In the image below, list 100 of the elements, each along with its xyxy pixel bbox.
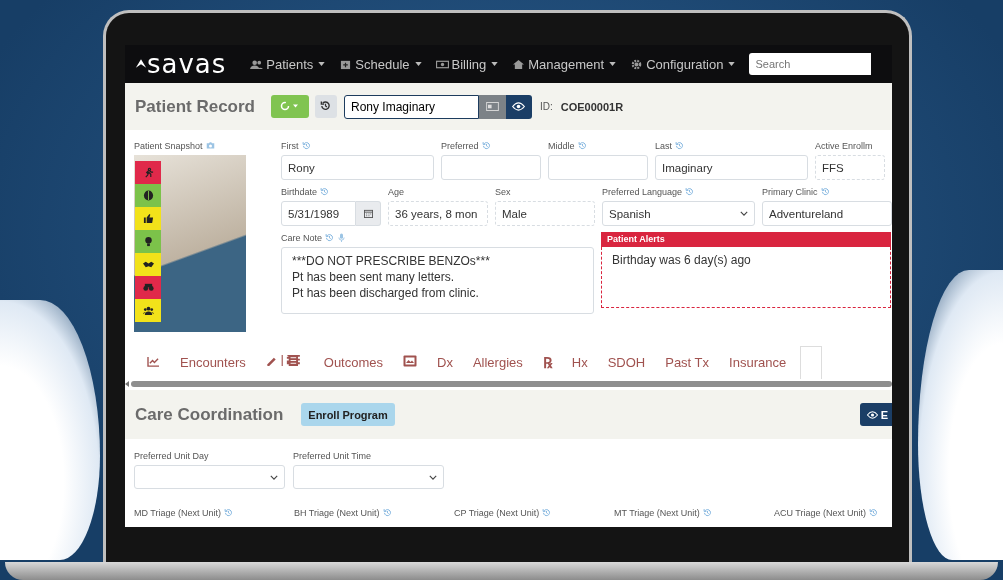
field-label: Patient Snapshot	[134, 140, 203, 151]
id-label: ID:	[540, 101, 553, 112]
field-label: Sex	[495, 186, 511, 197]
spinner-caret-icon	[280, 101, 300, 111]
history-icon[interactable]	[301, 141, 311, 150]
field-label: BH Triage (Next Unit)	[294, 507, 380, 518]
history-icon[interactable]	[702, 508, 712, 517]
history-icon[interactable]	[481, 141, 491, 150]
calendar-icon	[363, 209, 373, 218]
alerts-header: Patient Alerts	[601, 232, 891, 247]
calendar-button[interactable]	[356, 201, 381, 226]
history-icon[interactable]	[577, 141, 587, 150]
status-dropdown-button[interactable]	[271, 95, 309, 118]
field-label: First	[281, 140, 299, 151]
field-label: Middle	[548, 140, 575, 151]
nav-menu[interactable]: Schedule	[337, 56, 424, 72]
field-label: Active Enrollm	[815, 140, 873, 151]
page-title: Patient Record	[135, 96, 255, 117]
text-field[interactable]	[441, 155, 541, 180]
text-field[interactable]	[548, 155, 648, 180]
tab[interactable]: Hx	[561, 347, 598, 377]
view-button[interactable]: E	[859, 403, 892, 426]
text-field[interactable]: Rony	[281, 155, 434, 180]
select-field[interactable]	[293, 465, 444, 489]
field-label: MD Triage (Next Unit)	[134, 507, 222, 518]
horizontal-scrollbar[interactable]	[125, 380, 892, 388]
status-badge[interactable]	[135, 299, 161, 322]
nav-menu[interactable]: Patients	[248, 56, 328, 72]
status-badge[interactable]	[135, 207, 161, 230]
tab[interactable]: Encounters	[170, 347, 256, 377]
eye-icon	[866, 410, 878, 419]
field-label: Birthdate	[281, 186, 318, 197]
history-icon[interactable]	[675, 141, 684, 150]
history-icon[interactable]	[542, 508, 552, 517]
id-value: COE00001R	[560, 100, 624, 113]
field-label: Preferred	[441, 140, 479, 151]
search-field[interactable]: Search	[749, 53, 872, 75]
history-icon[interactable]	[820, 187, 830, 196]
history-icon[interactable]	[325, 233, 335, 242]
eye-icon	[512, 102, 526, 111]
field-label: Last	[655, 140, 672, 151]
status-badge[interactable]	[135, 230, 161, 253]
nav-menu[interactable]: Billing	[433, 56, 501, 72]
microphone-icon[interactable]	[337, 233, 347, 242]
caret-icon	[609, 62, 617, 66]
gear-icon	[631, 59, 642, 69]
tab-edge[interactable]	[800, 345, 823, 379]
nav-menu[interactable]: Management	[510, 56, 619, 72]
picture-icon	[403, 354, 417, 367]
field-label: Care Note	[281, 232, 323, 243]
caret-icon	[414, 62, 422, 66]
view-button[interactable]	[506, 94, 532, 119]
prescription-tab[interactable]: ℞	[532, 347, 562, 377]
section-title: Care Coordination	[135, 404, 284, 425]
caret-icon	[728, 62, 736, 66]
logo-mark-icon	[135, 58, 147, 69]
history-button[interactable]	[315, 95, 337, 118]
tab[interactable]: Allergies	[462, 347, 533, 377]
tab[interactable]: Dx	[427, 347, 463, 377]
scroll-left-icon[interactable]	[125, 381, 129, 387]
date-field[interactable]: 5/31/1989	[281, 201, 356, 226]
readonly-field: 36 years, 8 mon	[388, 201, 488, 226]
history-icon[interactable]	[382, 508, 392, 517]
patient-name-field[interactable]: Rony Imaginary	[344, 94, 479, 119]
history-icon	[320, 100, 332, 111]
text-field[interactable]: Adventureland	[762, 201, 892, 226]
care-note-field[interactable]: ***DO NOT PRESCRIBE BENZOs*** Pt has been sent many letters. Pt has been discharged from clinic.	[281, 247, 594, 314]
field-label: ACU Triage (Next Unit)	[774, 507, 867, 518]
tab[interactable]: Insurance	[719, 347, 797, 377]
history-icon[interactable]	[869, 508, 879, 517]
chevron-down-icon	[270, 474, 278, 480]
field-label: Preferred Unit Time	[293, 450, 372, 461]
id-card-icon	[486, 102, 499, 111]
enroll-button[interactable]: Enroll Program	[301, 403, 395, 426]
status-badge[interactable]	[135, 184, 161, 207]
nav-menu[interactable]: Configuration	[628, 56, 738, 72]
text-field[interactable]: Imaginary	[655, 155, 808, 180]
status-badge[interactable]	[135, 253, 161, 276]
camera-icon[interactable]	[205, 141, 215, 150]
readonly-field: Male	[495, 201, 595, 226]
history-icon[interactable]	[685, 187, 695, 196]
users-icon	[250, 59, 264, 69]
tab[interactable]: SDOH	[597, 347, 656, 377]
chevron-down-icon	[740, 211, 748, 216]
readonly-field: FFS	[815, 155, 885, 180]
field-label: Primary Clinic	[762, 186, 818, 197]
caret-icon	[318, 62, 326, 66]
select-field[interactable]	[134, 465, 285, 489]
select-field[interactable]: Spanish	[602, 201, 755, 226]
banknote-icon	[435, 60, 449, 68]
home-icon	[513, 59, 525, 69]
line-chart-icon	[147, 355, 160, 367]
alerts-field: Birthday was 6 day(s) ago	[601, 247, 891, 308]
caret-icon	[491, 62, 499, 66]
field-label: MT Triage (Next Unit)	[614, 507, 700, 518]
history-icon[interactable]	[320, 187, 330, 196]
tab[interactable]: Outcomes	[313, 347, 393, 377]
tab[interactable]: Past Tx	[655, 347, 720, 377]
field-label: Preferred Unit Day	[134, 450, 209, 461]
history-icon[interactable]	[224, 508, 234, 517]
